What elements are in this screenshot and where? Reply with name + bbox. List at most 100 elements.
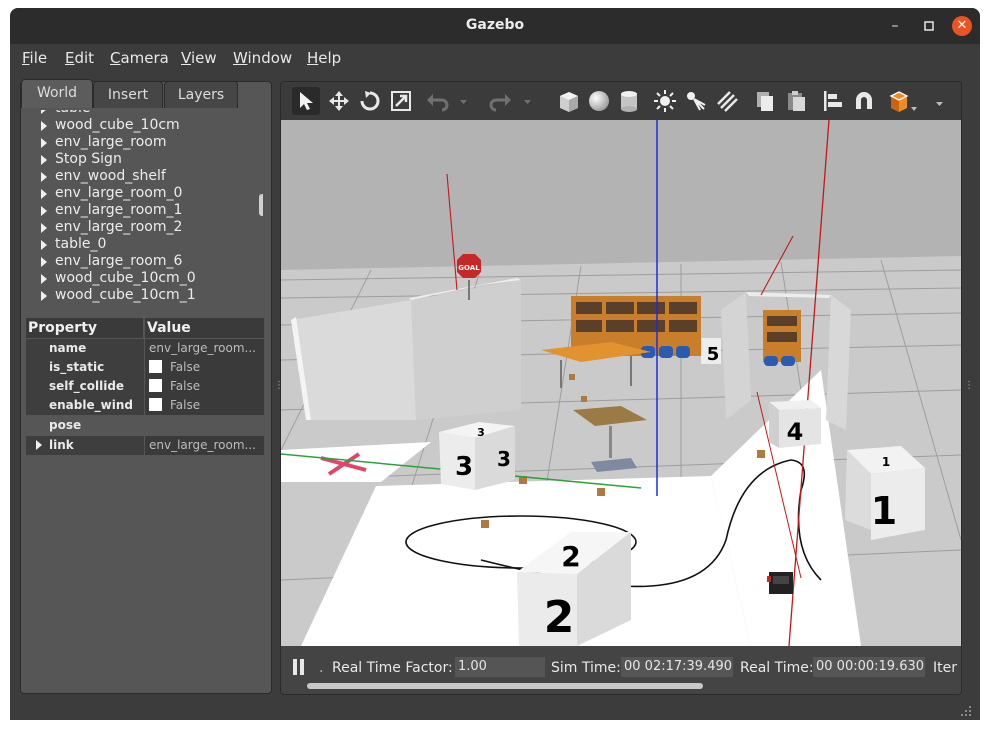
expand-arrow-icon[interactable]	[41, 257, 47, 267]
menu-camera[interactable]: Camera	[110, 49, 169, 67]
menu-view[interactable]: View	[181, 49, 217, 67]
tree-item[interactable]: table	[41, 110, 90, 116]
expand-arrow-icon[interactable]	[41, 121, 47, 131]
checkbox[interactable]	[149, 379, 162, 392]
tab-layers[interactable]: Layers	[164, 81, 238, 108]
property-row-link[interactable]: link env_large_room...	[26, 436, 264, 455]
scale-icon[interactable]	[387, 87, 415, 115]
paste-icon[interactable]	[782, 87, 810, 115]
checkbox[interactable]	[149, 398, 162, 411]
property-value[interactable]: False	[145, 377, 264, 396]
expand-arrow-icon[interactable]	[36, 440, 42, 450]
tree-item[interactable]: wood_cube_10cm_0	[41, 270, 196, 286]
property-row-pose[interactable]: pose	[26, 416, 264, 435]
expand-arrow-icon[interactable]	[41, 223, 47, 233]
redo-icon[interactable]	[487, 87, 515, 115]
expand-arrow-icon[interactable]	[41, 155, 47, 165]
checkbox-label: False	[170, 360, 201, 374]
tree-item-label: wood_cube_10cm	[55, 117, 180, 133]
property-key: name	[26, 339, 144, 358]
view-angle-icon[interactable]	[887, 87, 921, 115]
tree-item[interactable]: env_large_room	[41, 134, 167, 150]
tree-item-label: env_large_room	[55, 134, 167, 150]
left-panel: World Insert Layers table wood_cube_10cm…	[20, 79, 272, 694]
property-value[interactable]: False	[145, 396, 264, 415]
cube-label: 2	[544, 592, 575, 643]
robot-car[interactable]	[767, 572, 793, 594]
tab-world[interactable]: World	[21, 79, 93, 108]
maximize-icon[interactable]	[920, 17, 938, 35]
menu-edit[interactable]: Edit	[65, 49, 94, 67]
tree-item[interactable]: env_large_room_0	[41, 185, 182, 201]
tree-item[interactable]: env_large_room_2	[41, 219, 182, 235]
tree-item[interactable]: env_large_room_6	[41, 253, 182, 269]
tree-item-label: wood_cube_10cm_0	[55, 270, 196, 286]
gazebo-window: Gazebo – ✕ File Edit Camera View Window …	[10, 8, 980, 720]
tree-scrollbar[interactable]	[259, 194, 263, 216]
minimize-icon[interactable]: –	[886, 17, 904, 35]
expand-arrow-icon[interactable]	[41, 110, 47, 114]
tree-item[interactable]: Stop Sign	[41, 151, 122, 167]
undo-dropdown-icon[interactable]	[457, 87, 471, 115]
align-icon[interactable]	[819, 87, 847, 115]
cylinder-icon[interactable]	[615, 87, 643, 115]
expand-arrow-icon[interactable]	[41, 240, 47, 250]
3d-viewport[interactable]: GOAL 3 3 3 5 4 1 1 2 2	[281, 120, 961, 646]
property-key: enable_wind	[26, 396, 144, 415]
expand-arrow-icon[interactable]	[41, 172, 47, 182]
rtf-label: Real Time Factor:	[332, 660, 453, 676]
translate-icon[interactable]	[325, 87, 353, 115]
resize-grip-icon[interactable]	[960, 702, 972, 716]
tab-insert[interactable]: Insert	[93, 81, 163, 108]
cube-label: 4	[787, 418, 804, 446]
property-row-self-collide[interactable]: self_collide False	[26, 377, 264, 396]
iterations-label: Iter	[933, 660, 957, 676]
checkbox[interactable]	[149, 360, 162, 373]
undo-icon[interactable]	[423, 87, 451, 115]
status-scrollbar[interactable]	[307, 683, 703, 689]
snap-icon[interactable]	[850, 87, 878, 115]
property-value[interactable]: env_large_room...	[145, 339, 264, 358]
property-key: link	[26, 436, 144, 455]
expand-arrow-icon[interactable]	[41, 206, 47, 216]
tree-item[interactable]: env_wood_shelf	[41, 168, 166, 184]
property-row-is-static[interactable]: is_static False	[26, 358, 264, 377]
tree-item[interactable]: table_0	[41, 236, 106, 252]
directional-light-icon[interactable]	[713, 87, 741, 115]
property-row-name[interactable]: name env_large_room...	[26, 339, 264, 358]
expand-arrow-icon[interactable]	[41, 138, 47, 148]
menu-help[interactable]: Help	[307, 49, 341, 67]
tree-item[interactable]: env_large_room_1	[41, 202, 183, 218]
copy-icon[interactable]	[751, 87, 779, 115]
expand-arrow-icon[interactable]	[41, 291, 47, 301]
point-light-icon[interactable]	[651, 87, 679, 115]
redo-dropdown-icon[interactable]	[521, 87, 535, 115]
window-title: Gazebo	[465, 17, 525, 33]
expand-arrow-icon[interactable]	[41, 274, 47, 284]
tree-item-label: env_large_room_1	[55, 202, 183, 218]
cube-label: 1	[871, 489, 897, 533]
spot-light-icon[interactable]	[682, 87, 710, 115]
property-value[interactable]: False	[145, 358, 264, 377]
property-value[interactable]: env_large_room...	[145, 436, 264, 455]
rotate-icon[interactable]	[356, 87, 384, 115]
toolbar-overflow-icon[interactable]	[933, 87, 947, 115]
model-tree: table wood_cube_10cm env_large_room Stop…	[25, 110, 263, 305]
pause-icon[interactable]	[293, 659, 297, 675]
expand-arrow-icon[interactable]	[41, 189, 47, 199]
property-table: Property Value name env_large_room... is…	[26, 318, 264, 455]
property-row-enable-wind[interactable]: enable_wind False	[26, 396, 264, 415]
select-arrow-icon[interactable]	[292, 87, 320, 115]
title-bar[interactable]: Gazebo – ✕	[10, 8, 980, 44]
checkbox-label: False	[170, 379, 201, 393]
menu-bar: File Edit Camera View Window Help	[10, 44, 980, 72]
menu-window[interactable]: Window	[233, 49, 292, 67]
splitter-handle[interactable]: ⋮	[274, 380, 284, 394]
tree-item[interactable]: wood_cube_10cm	[41, 117, 180, 133]
close-icon[interactable]: ✕	[952, 16, 972, 36]
splitter-handle[interactable]: ⋮	[964, 380, 974, 394]
menu-file[interactable]: File	[22, 49, 47, 67]
sphere-icon[interactable]	[585, 87, 613, 115]
tree-item[interactable]: wood_cube_10cm_1	[41, 287, 196, 303]
box-icon[interactable]	[555, 87, 583, 115]
